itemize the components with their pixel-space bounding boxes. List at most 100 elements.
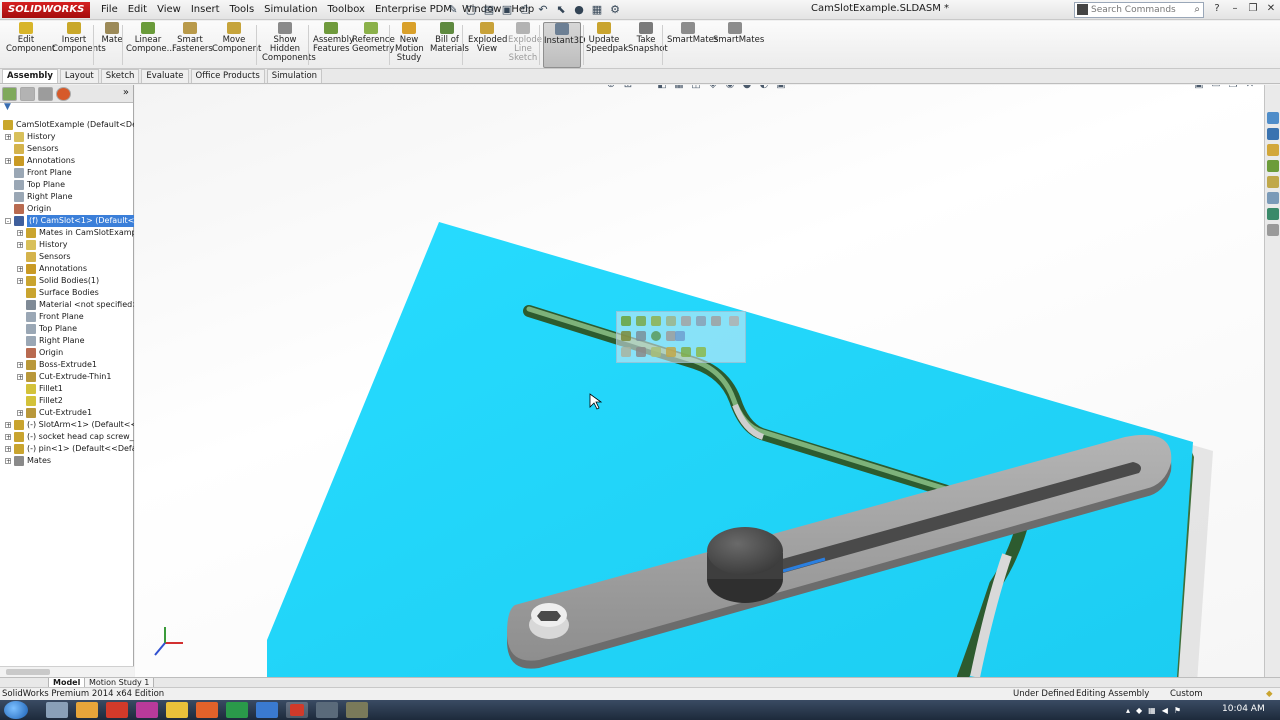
tree-item[interactable]: + Solid Bodies(1) <box>0 275 134 287</box>
tree-item[interactable]: - (f) CamSlot<1> (Default<<De <box>0 215 134 227</box>
cmd-exploded-view-button[interactable]: Exploded View <box>468 22 507 54</box>
menu-file[interactable]: File <box>96 3 123 17</box>
expand-icon[interactable]: + <box>5 458 11 465</box>
view-orientation-icon[interactable]: ◫ <box>690 85 702 91</box>
select-icon[interactable]: ⬉ <box>554 3 568 17</box>
tree-item[interactable]: Fillet1 <box>0 383 134 395</box>
open-part-icon[interactable] <box>729 316 739 326</box>
tab-simulation[interactable]: Simulation <box>266 69 323 83</box>
tree-item[interactable]: + History <box>0 239 134 251</box>
close-button[interactable]: ✕ <box>1264 2 1278 16</box>
tree-item[interactable]: + Annotations <box>0 155 134 167</box>
tree-item[interactable]: CamSlotExample (Default<Defau <box>0 119 134 131</box>
excel-app-icon[interactable] <box>226 702 248 718</box>
cmd-show-hidden-components-button[interactable]: Show Hidden Components <box>262 22 316 63</box>
taskbar-clock[interactable]: 10:04 AM <box>1222 704 1265 714</box>
cmd-bill-of-materials-button[interactable]: Bill of Materials <box>430 22 469 54</box>
cmd-insert-components-button[interactable]: Insert Components <box>52 22 106 54</box>
section-view-icon[interactable]: ◧ <box>656 85 668 91</box>
explorer-app-icon[interactable] <box>46 702 68 718</box>
tree-item[interactable]: Front Plane <box>0 167 134 179</box>
edit-part-icon[interactable] <box>621 316 631 326</box>
tree-item[interactable]: Right Plane <box>0 191 134 203</box>
restore-button[interactable]: ❐ <box>1246 2 1260 16</box>
browser-app-icon[interactable] <box>196 702 218 718</box>
tab-assembly[interactable]: Assembly <box>2 69 58 83</box>
tab-office-products[interactable]: Office Products <box>190 69 265 83</box>
rebuild-icon[interactable]: ● <box>572 3 586 17</box>
undo-icon[interactable]: ↶ <box>536 3 550 17</box>
viewport-close-icon[interactable]: ✕ <box>1244 85 1256 91</box>
cmd-smart-fasteners-button[interactable]: Smart Fasteners <box>172 22 213 54</box>
cmd-assembly-features-button[interactable]: Assembly Features <box>313 22 354 54</box>
help-icon[interactable]: ? <box>1210 2 1224 16</box>
tree-item[interactable]: + Cut-Extrude1 <box>0 407 134 419</box>
cmd-linear-compone-button[interactable]: Linear Compone... <box>126 22 175 54</box>
forum-icon[interactable] <box>1267 224 1279 236</box>
zoom-to-fit-icon[interactable]: ⊕ <box>605 85 617 91</box>
isolate-icon[interactable] <box>711 316 721 326</box>
tree-item[interactable]: + (-) pin<1> (Default<<Default <box>0 443 134 455</box>
tab-sketch[interactable]: Sketch <box>100 69 140 83</box>
expand-icon[interactable]: + <box>5 134 11 141</box>
start-button[interactable] <box>4 701 28 719</box>
expand-icon[interactable]: + <box>5 446 11 453</box>
viewport-tile-icon[interactable]: ▣ <box>1193 85 1205 91</box>
folder-app-icon[interactable] <box>166 702 188 718</box>
display-manager-tab-icon[interactable] <box>56 87 71 101</box>
collapse-icon[interactable]: - <box>5 218 11 225</box>
search-scope-icon[interactable] <box>1077 4 1088 15</box>
normal-to-icon[interactable] <box>666 347 676 357</box>
tree-item[interactable]: Top Plane <box>0 179 134 191</box>
expand-icon[interactable]: + <box>17 242 23 249</box>
previous-view-icon[interactable]: ↶ <box>639 85 651 91</box>
tree-item[interactable]: + History <box>0 131 134 143</box>
app-icon[interactable] <box>136 702 158 718</box>
rebuild-status-icon[interactable]: ◆ <box>1266 688 1273 700</box>
expand-icon[interactable]: + <box>5 422 11 429</box>
custom-properties-icon[interactable] <box>1267 192 1279 204</box>
expand-icon[interactable]: + <box>17 278 23 285</box>
display-style-icon[interactable]: ◈ <box>707 85 719 91</box>
filter-icon[interactable]: ▼ <box>4 102 11 112</box>
cmd-update-speedpak-button[interactable]: Update Speedpak <box>586 22 628 54</box>
appearances-icon[interactable] <box>1267 176 1279 188</box>
cmd-edit-component-button[interactable]: Edit Component <box>6 22 55 54</box>
cmd-instant3d-button[interactable]: Instant3D <box>543 22 586 68</box>
edit-appearance-icon[interactable]: ● <box>741 85 753 91</box>
reference-geometry-icon[interactable] <box>621 347 631 357</box>
word-app-icon[interactable] <box>256 702 278 718</box>
menu-simulation[interactable]: Simulation <box>259 3 322 17</box>
viewport-minimize-icon[interactable]: ▭ <box>1210 85 1222 91</box>
design-library-icon[interactable] <box>1267 128 1279 140</box>
cmd-smartmates-button[interactable]: SmartMates <box>713 22 764 45</box>
tree-item[interactable]: + Annotations <box>0 263 134 275</box>
apply-scene-icon[interactable]: ◐ <box>758 85 770 91</box>
menu-view[interactable]: View <box>152 3 186 17</box>
fix-icon[interactable] <box>621 331 631 341</box>
tree-item[interactable]: Sensors <box>0 143 134 155</box>
menu-tools[interactable]: Tools <box>225 3 260 17</box>
network-icon[interactable]: ▦ <box>1148 706 1156 715</box>
cmd-reference-geometry-button[interactable]: Reference Geometry <box>352 22 395 54</box>
tray-app-icon[interactable]: ◆ <box>1136 706 1142 715</box>
assembly-scene[interactable] <box>135 85 1264 677</box>
section-icon[interactable] <box>651 347 661 357</box>
tree-item[interactable]: Origin <box>0 347 134 359</box>
pin[interactable] <box>707 527 783 603</box>
volume-icon[interactable]: ◀ <box>1162 706 1168 715</box>
expand-icon[interactable]: + <box>17 230 23 237</box>
feature-tree-tab-icon[interactable] <box>2 87 17 101</box>
tree-item[interactable]: + (-) SlotArm<1> (Default<<De <box>0 419 134 431</box>
solidworks-logo[interactable]: SOLIDWORKS <box>2 2 90 18</box>
make-virtual-icon[interactable] <box>696 316 706 326</box>
configuration-manager-tab-icon[interactable] <box>38 87 53 101</box>
editor-app-icon[interactable] <box>346 702 368 718</box>
socket-head-cap-screw[interactable] <box>529 603 569 639</box>
search-icon[interactable]: ⌕ <box>1194 3 1200 17</box>
tree-item[interactable]: Right Plane <box>0 335 134 347</box>
options-icon[interactable]: ⚙ <box>608 3 622 17</box>
new-document-icon[interactable]: ▢ <box>464 3 478 17</box>
expand-icon[interactable]: + <box>17 362 23 369</box>
minimize-button[interactable]: – <box>1228 2 1242 16</box>
